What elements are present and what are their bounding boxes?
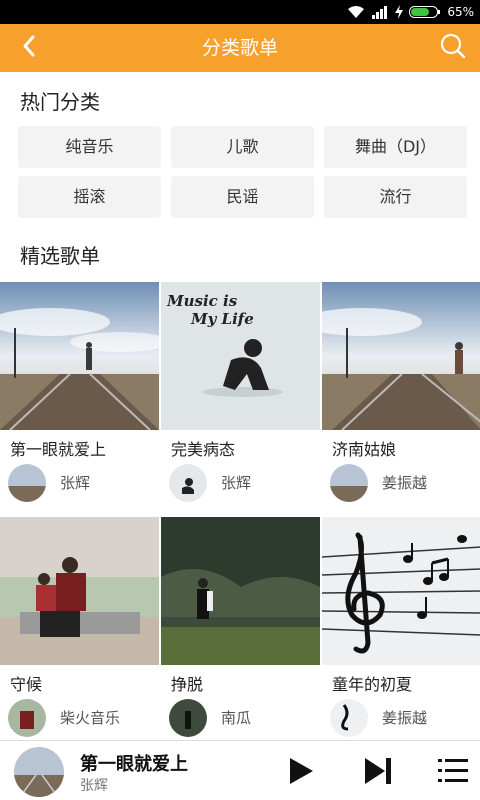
playlist-author: 张辉 [60,474,91,492]
avatar [169,699,207,737]
category-item[interactable]: 摇滚 [18,176,161,218]
avatar [8,464,46,502]
playlist-card[interactable]: 守候 柴火音乐 [0,517,159,752]
category-item[interactable]: 舞曲（DJ） [324,126,467,168]
next-icon [362,758,394,791]
playlist-title: 童年的初夏 [332,675,413,694]
now-playing-artist: 张辉 [80,778,108,794]
playlist-cover [161,517,320,665]
playlist-author: 姜振越 [382,709,428,727]
playlist-title: 挣脱 [171,675,204,694]
search-icon [439,32,467,64]
playlist-card[interactable]: Music is My Life 完美病态 张辉 [161,282,320,517]
cover-text: Music is [167,292,238,310]
header-bar: 分类歌单 [0,24,480,72]
search-button[interactable] [438,33,468,63]
playlist-title: 济南姑娘 [332,440,397,459]
playlist-author: 南瓜 [221,709,252,727]
wifi-icon [347,5,365,19]
battery-icon [409,5,441,19]
avatar [330,464,368,502]
playlist-author: 姜振越 [382,474,428,492]
avatar [8,699,46,737]
playlist-author: 柴火音乐 [60,709,121,727]
featured-playlists-title: 精选歌单 [20,244,100,268]
playlist-cover [0,517,159,665]
charging-icon [395,5,404,19]
playlist-card[interactable]: 挣脱 南瓜 [161,517,320,752]
next-button[interactable] [362,755,394,787]
signal-icon [371,5,389,19]
status-bar: 65% [0,0,480,24]
playlist-grid: 第一眼就爱上 张辉 Music is My Life 完美病态 张辉 济南姑娘 … [0,282,480,752]
playlist-icon [438,759,468,789]
cover-text: My Life [191,310,254,328]
playlist-title: 第一眼就爱上 [10,440,107,459]
now-playing-cover[interactable] [14,747,64,797]
playlist-card[interactable]: 童年的初夏 姜振越 [322,517,480,752]
playlist-button[interactable] [438,757,468,785]
playlist-cover [322,517,480,665]
category-item[interactable]: 民谣 [171,176,314,218]
page-title: 分类歌单 [201,37,278,59]
playlist-card[interactable]: 第一眼就爱上 张辉 [0,282,159,517]
play-icon [286,758,316,791]
category-item[interactable]: 儿歌 [171,126,314,168]
playlist-cover: Music is My Life [161,282,320,430]
category-item[interactable]: 流行 [324,176,467,218]
avatar [330,699,368,737]
playlist-cover [322,282,480,430]
avatar [169,464,207,502]
playlist-cover [0,282,159,430]
hot-categories-title: 热门分类 [20,90,100,114]
now-playing-title: 第一眼就爱上 [80,754,188,775]
battery-percent: 65% [447,5,474,19]
playlist-author: 张辉 [221,474,252,492]
category-item[interactable]: 纯音乐 [18,126,161,168]
category-grid: 纯音乐 儿歌 舞曲（DJ） 摇滚 民谣 流行 [18,126,467,218]
playlist-title: 完美病态 [171,440,236,459]
play-button[interactable] [286,755,316,787]
playlist-title: 守候 [10,675,43,694]
playlist-card[interactable]: 济南姑娘 姜振越 [322,282,480,517]
mini-player[interactable]: 第一眼就爱上 张辉 [0,740,480,800]
